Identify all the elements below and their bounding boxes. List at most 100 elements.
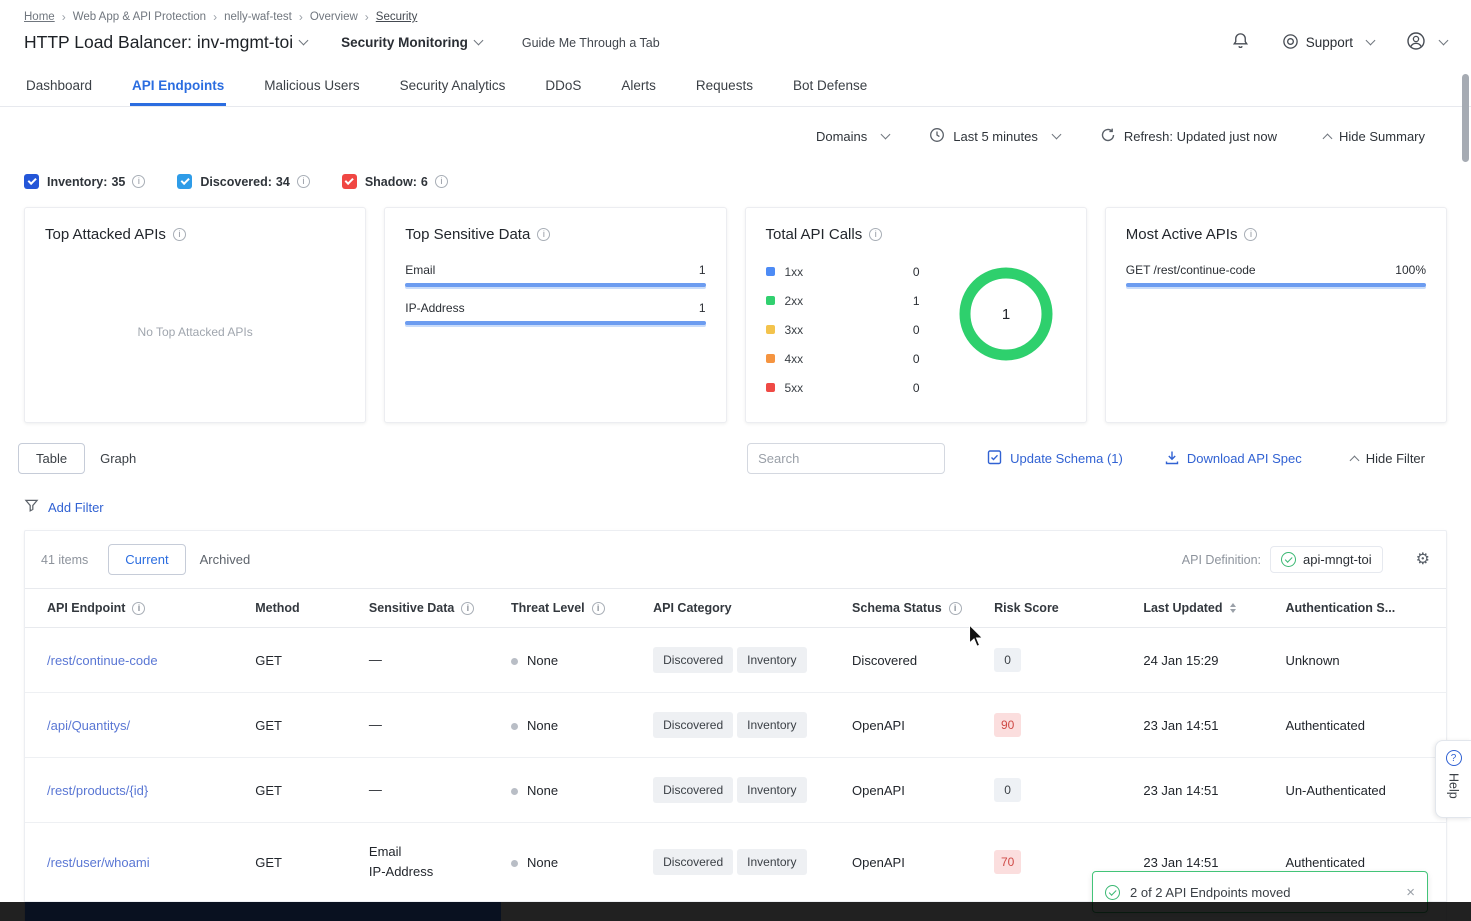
- breadcrumb-overview[interactable]: Overview: [310, 11, 358, 23]
- card-title: Top Sensitive Data i: [405, 226, 705, 243]
- col-risk-score[interactable]: Risk Score: [994, 601, 1059, 615]
- notifications-button[interactable]: [1231, 31, 1250, 54]
- bottom-letterbox-bar: [0, 902, 1471, 921]
- breadcrumb-separator-icon: ›: [299, 10, 303, 24]
- view-chevron-down-icon[interactable]: [473, 36, 483, 46]
- scrollbar-thumb[interactable]: [1462, 74, 1469, 162]
- table-view-button[interactable]: Table: [18, 443, 85, 474]
- col-api-category[interactable]: API Category: [653, 601, 732, 615]
- top-attacked-title: Top Attacked APIs: [45, 226, 166, 243]
- title-chevron-down-icon[interactable]: [299, 36, 309, 46]
- col-authentication-state[interactable]: Authentication S...: [1285, 601, 1395, 615]
- legend-swatch-icon: [766, 267, 775, 276]
- table-row[interactable]: /api/Quantitys/ GET — None DiscoveredInv…: [25, 693, 1446, 758]
- endpoint-link[interactable]: /rest/continue-code: [47, 653, 158, 668]
- category-badge: Discovered: [653, 647, 733, 673]
- page-title: HTTP Load Balancer: inv-mgmt-toi: [24, 32, 293, 53]
- hide-summary-label: Hide Summary: [1339, 129, 1425, 144]
- add-filter-button[interactable]: Add Filter: [0, 474, 1471, 530]
- tab-ddos[interactable]: DDoS: [543, 66, 583, 106]
- col-method[interactable]: Method: [255, 601, 299, 615]
- domains-dropdown[interactable]: Domains: [816, 129, 889, 144]
- table-toolbar: Table Graph Update Schema (1) Download A…: [0, 423, 1471, 474]
- tab-bot-defense[interactable]: Bot Defense: [791, 66, 869, 106]
- col-schema-status[interactable]: Schema Status: [852, 601, 942, 615]
- col-api-endpoint[interactable]: API Endpoint: [47, 601, 125, 615]
- card-title: Top Attacked APIs i: [45, 226, 345, 243]
- table-row[interactable]: /rest/products/{id} GET — None Discovere…: [25, 758, 1446, 823]
- api-definition-group: API Definition: api-mngt-toi ⚙: [1182, 546, 1430, 573]
- breadcrumb-home[interactable]: Home: [24, 11, 55, 23]
- col-last-updated[interactable]: Last Updated: [1143, 601, 1222, 615]
- hide-summary-chevron-up-icon: [1323, 134, 1333, 144]
- time-range-dropdown[interactable]: Last 5 minutes: [929, 127, 1060, 146]
- risk-score-badge: 90: [994, 713, 1021, 737]
- legend-label: 2xx: [785, 294, 804, 308]
- legend-swatch-icon: [766, 296, 775, 305]
- search-input[interactable]: [747, 443, 945, 474]
- toast-close-icon[interactable]: ×: [1406, 884, 1415, 901]
- sort-icon[interactable]: [1230, 603, 1236, 613]
- card-title: Most Active APIs i: [1126, 226, 1426, 243]
- top-sensitive-title: Top Sensitive Data: [405, 226, 530, 243]
- tab-alerts[interactable]: Alerts: [619, 66, 658, 106]
- api-definition-value[interactable]: api-mngt-toi: [1270, 546, 1383, 573]
- update-schema-button[interactable]: Update Schema (1): [987, 449, 1123, 468]
- breadcrumb-separator-icon: ›: [62, 10, 66, 24]
- time-range-label: Last 5 minutes: [953, 129, 1038, 144]
- tab-dashboard[interactable]: Dashboard: [24, 66, 94, 106]
- download-api-spec-button[interactable]: Download API Spec: [1165, 450, 1302, 468]
- inventory-filter-checkbox[interactable]: Inventory: 35 i: [24, 174, 145, 189]
- summary-cards: Top Attacked APIs i No Top Attacked APIs…: [0, 189, 1471, 423]
- table-row[interactable]: /rest/continue-code GET — None Discovere…: [25, 628, 1446, 693]
- graph-view-button[interactable]: Graph: [85, 444, 151, 473]
- support-menu[interactable]: Support: [1282, 33, 1374, 53]
- hide-filter-toggle[interactable]: Hide Filter: [1344, 451, 1425, 466]
- schema-status-cell: OpenAPI: [842, 758, 984, 823]
- summary-filter-row: Inventory: 35 i Discovered: 34 i Shadow:…: [0, 146, 1471, 189]
- current-view-button[interactable]: Current: [108, 544, 185, 575]
- api-endpoints-table-panel: 41 items Current Archived API Definition…: [24, 530, 1447, 921]
- tab-api-endpoints[interactable]: API Endpoints: [130, 66, 226, 106]
- add-filter-label: Add Filter: [48, 500, 104, 515]
- hide-filter-label: Hide Filter: [1366, 451, 1425, 466]
- hide-summary-toggle[interactable]: Hide Summary: [1317, 129, 1425, 144]
- tab-requests[interactable]: Requests: [694, 66, 755, 106]
- breadcrumb-waap[interactable]: Web App & API Protection: [73, 11, 206, 23]
- endpoint-link[interactable]: /api/Quantitys/: [47, 718, 130, 733]
- discovered-filter-checkbox[interactable]: Discovered: 34 i: [177, 174, 309, 189]
- metric-label: Email: [405, 263, 435, 277]
- category-badge: Inventory: [737, 647, 806, 673]
- total-api-calls-card: Total API Calls i 1xx 0 2xx 1: [745, 207, 1087, 423]
- auth-state-cell: Authenticated: [1275, 693, 1446, 758]
- account-menu[interactable]: [1406, 31, 1447, 54]
- bell-icon: [1231, 31, 1250, 54]
- legend-label: 3xx: [785, 323, 804, 337]
- breadcrumb-security[interactable]: Security: [376, 11, 418, 23]
- gear-icon[interactable]: ⚙: [1416, 552, 1430, 568]
- info-icon: i: [132, 602, 145, 615]
- threat-level-cell: None: [527, 783, 558, 798]
- table-header-row: API Endpoint i Method Sensitive Data i Thr…: [25, 589, 1446, 628]
- archived-view-button[interactable]: Archived: [186, 545, 265, 574]
- endpoint-link[interactable]: /rest/user/whoami: [47, 855, 150, 870]
- most-active-apis-card: Most Active APIs i GET /rest/continue-co…: [1105, 207, 1447, 423]
- guide-me-link[interactable]: Guide Me Through a Tab: [522, 36, 660, 50]
- refresh-button[interactable]: Refresh: Updated just now: [1100, 127, 1277, 146]
- info-icon: i: [949, 602, 962, 615]
- tab-malicious-users[interactable]: Malicious Users: [262, 66, 361, 106]
- legend-swatch-icon: [766, 325, 775, 334]
- help-tab[interactable]: ? Help: [1435, 740, 1471, 818]
- col-sensitive-data[interactable]: Sensitive Data: [369, 601, 454, 615]
- tab-security-analytics[interactable]: Security Analytics: [398, 66, 508, 106]
- col-threat-level[interactable]: Threat Level: [511, 601, 585, 615]
- legend-item-1xx: 1xx 0: [766, 257, 946, 286]
- security-monitoring-selector[interactable]: Security Monitoring: [341, 35, 468, 50]
- breadcrumb-namespace[interactable]: nelly-waf-test: [224, 11, 292, 23]
- shadow-filter-checkbox[interactable]: Shadow: 6 i: [342, 174, 448, 189]
- category-badge: Discovered: [653, 777, 733, 803]
- legend-value: 0: [913, 323, 946, 337]
- endpoint-link[interactable]: /rest/products/{id}: [47, 783, 148, 798]
- legend-item-3xx: 3xx 0: [766, 315, 946, 344]
- risk-score-badge: 0: [994, 778, 1021, 802]
